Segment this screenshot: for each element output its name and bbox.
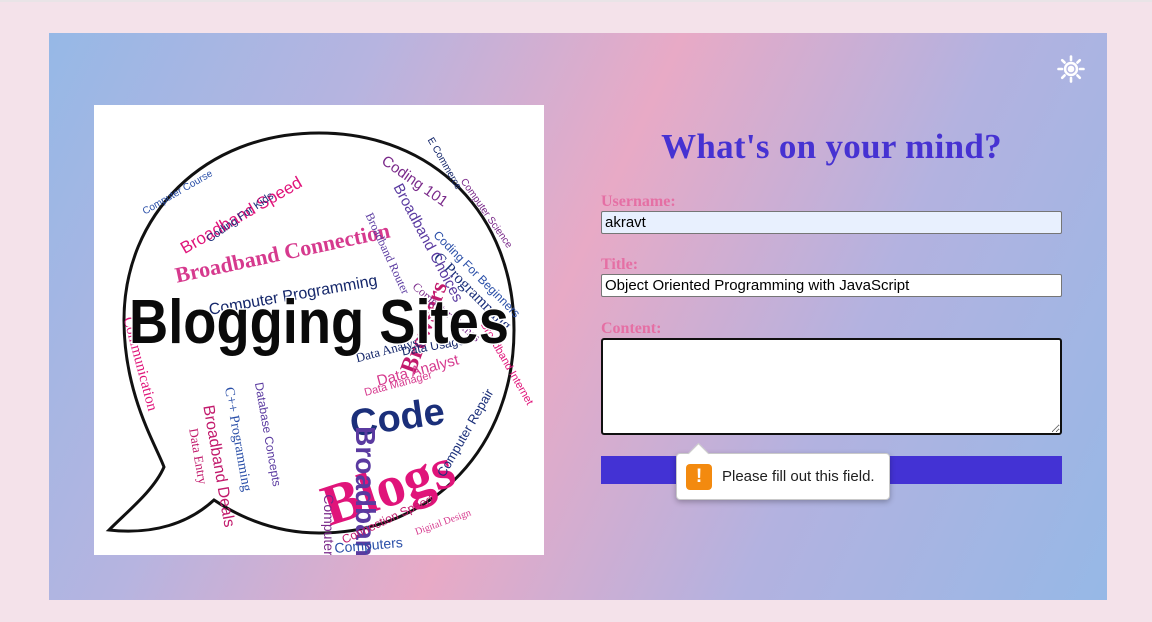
word-cloud-graphic: BlogsCodeBroadbandBrowsersComputersCodin… — [105, 131, 535, 555]
page-title: What's on your mind? — [661, 127, 1002, 166]
username-label: Username: — [601, 193, 676, 210]
top-border — [0, 0, 1152, 2]
title-input[interactable] — [601, 274, 1062, 297]
blogging-sites-image: Blogs Code Broadband Browsers Computers Codin… — [94, 105, 544, 555]
cloud-word: Computer — [321, 494, 337, 555]
username-input[interactable] — [601, 211, 1062, 234]
sun-icon[interactable] — [1057, 55, 1085, 83]
warning-icon: ! — [686, 463, 712, 490]
logo-text: Blogging Sites — [129, 288, 509, 357]
content-textarea[interactable] — [601, 338, 1062, 435]
post-form: What's on your mind? Username: Title: Co… — [601, 127, 1062, 484]
main-card: Blogs Code Broadband Browsers Computers Codin… — [49, 33, 1107, 600]
validation-tooltip: ! Please fill out this field. — [676, 453, 890, 500]
title-label: Title: — [601, 256, 639, 273]
cloud-word: Digital Design — [414, 507, 473, 537]
content-label: Content: — [601, 320, 662, 337]
validation-message: Please fill out this field. — [722, 468, 875, 485]
